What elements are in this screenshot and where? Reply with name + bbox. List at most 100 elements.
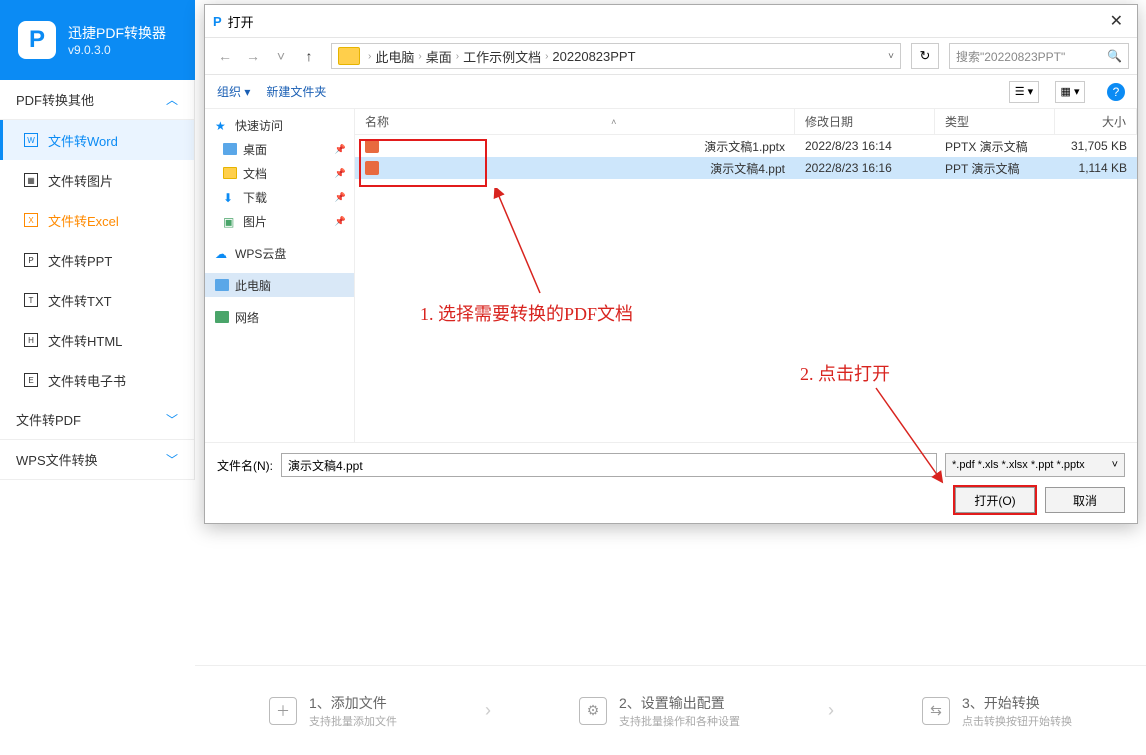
path-bar[interactable]: › 此电脑 › 桌面 › 工作示例文档 › 20220823PPT ˅ [331,43,901,69]
step-desc: 支持批量添加文件 [309,713,397,729]
ebook-icon: E [24,373,38,387]
file-date: 2022/8/23 16:14 [795,137,935,155]
file-size: 31,705 KB [1055,137,1137,155]
step-separator-icon: › [485,700,491,721]
sidebar-item-label: 文件转电子书 [48,371,126,390]
tree-this-pc[interactable]: 此电脑 [205,273,354,297]
excel-icon: X [24,213,38,227]
dialog-nav: ← → ˅ ↑ › 此电脑 › 桌面 › 工作示例文档 › 20220823PP… [205,37,1137,75]
crumb-sep-icon: › [456,51,459,62]
step-desc: 支持批量操作和各种设置 [619,713,740,729]
folder-icon [338,47,360,65]
tree-label: 文档 [243,165,267,182]
file-type: PPTX 演示文稿 [935,136,1055,157]
tree-documents[interactable]: 文档 [205,161,354,185]
app-p-icon: P [213,14,222,29]
app-version: v9.0.3.0 [68,43,166,57]
path-dropdown-icon[interactable]: ˅ [888,51,894,62]
sidebar-item-txt[interactable]: T文件转TXT [0,280,194,320]
sidebar-item-ebook[interactable]: E 文件转电子书 [0,360,194,400]
filter-text: *.pdf *.xls *.xlsx *.ppt *.pptx [952,459,1085,471]
tree-pictures[interactable]: ▣ 图片 [205,209,354,233]
section-label: WPS文件转换 [16,450,98,469]
sidebar-item-html[interactable]: H文件转HTML [0,320,194,360]
filename-label: 文件名(N): [217,457,273,474]
cancel-button[interactable]: 取消 [1045,487,1125,513]
sidebar-item-label: 文件转PPT [48,251,112,270]
help-icon[interactable]: ? [1107,83,1125,101]
app-title: 迅捷PDF转换器 [68,23,166,43]
step-separator-icon: › [828,700,834,721]
nav-recent-button[interactable]: ˅ [269,44,293,68]
sidebar-section-pdf-to-other[interactable]: PDF转换其他 ︿ [0,80,194,120]
download-icon: ⬇ [223,191,237,203]
dialog-title: 打开 [228,12,254,31]
image-icon: ▦ [24,173,38,187]
sort-indicator-icon: ˄ [611,117,616,127]
sidebar-item-excel[interactable]: X文件转Excel [0,200,194,240]
section-label: 文件转PDF [16,410,81,429]
breadcrumb[interactable]: 20220823PPT [552,49,635,64]
new-folder-button[interactable]: 新建文件夹 [266,83,326,100]
view-details-button[interactable]: ☰ ▾ [1009,81,1039,103]
pptx-icon [365,139,379,153]
nav-back-button[interactable]: ← [213,44,237,68]
file-date: 2022/8/23 16:16 [795,159,935,177]
tree-label: 图片 [243,213,267,230]
sidebar: PDF转换其他 ︿ W文件转Word ▦文件转图片 X文件转Excel P 文件转… [0,80,195,480]
tree-network[interactable]: 网络 [205,305,354,329]
sidebar-item-image[interactable]: ▦文件转图片 [0,160,194,200]
nav-up-button[interactable]: ↑ [297,44,321,68]
filetype-filter[interactable]: *.pdf *.xls *.xlsx *.ppt *.pptx˅ [945,453,1125,477]
sidebar-item-label: 文件转TXT [48,291,112,310]
column-size[interactable]: 大小 [1055,109,1137,134]
step-1: ＋ 1、添加文件支持批量添加文件 [269,693,397,729]
view-preview-button[interactable]: ▦ ▾ [1055,81,1085,103]
organize-menu[interactable]: 组织 ▾ [217,83,250,100]
image-icon: ▣ [223,215,237,227]
sidebar-section-file-to-pdf[interactable]: 文件转PDF ﹀ [0,400,194,440]
step-desc: 点击转换按钮开始转换 [962,713,1072,729]
nav-tree: ★快速访问 桌面 文档 ⬇ 下载 ▣ 图片 ☁WPS云盘 此电脑 网络 [205,109,355,442]
breadcrumb[interactable]: 工作示例文档 [463,47,541,66]
sidebar-item-ppt[interactable]: P 文件转PPT [0,240,194,280]
breadcrumb[interactable]: 此电脑 [375,47,414,66]
convert-icon: ⇆ [922,697,950,725]
tree-desktop[interactable]: 桌面 [205,137,354,161]
html-icon: H [24,333,38,347]
sidebar-item-word[interactable]: W文件转Word [0,120,194,160]
network-icon [215,311,229,323]
file-row[interactable]: 演示文稿1.pptx 2022/8/23 16:14 PPTX 演示文稿 31,… [355,135,1137,157]
ppt-icon: P [24,253,38,267]
app-logo-icon: P [18,21,56,59]
refresh-button[interactable]: ↻ [911,43,939,69]
chevron-up-icon: ︿ [166,91,178,108]
tree-downloads[interactable]: ⬇ 下载 [205,185,354,209]
tree-label: 下载 [243,189,267,206]
open-button[interactable]: 打开(O) [955,487,1035,513]
column-name[interactable]: 名称˄ [355,109,795,134]
breadcrumb[interactable]: 桌面 [426,47,452,66]
file-name: 演示文稿1.pptx [704,138,785,155]
column-type[interactable]: 类型 [935,109,1055,134]
nav-forward-button[interactable]: → [241,44,265,68]
sidebar-section-wps[interactable]: WPS文件转换 ﹀ [0,440,194,480]
folder-icon [223,167,237,179]
close-icon[interactable]: ✕ [1104,11,1129,31]
crumb-sep-icon: › [545,51,548,62]
filename-input[interactable] [281,453,937,477]
file-size: 1,114 KB [1055,159,1137,177]
crumb-sep-icon: › [368,51,371,62]
search-icon[interactable]: 🔍 [1107,49,1122,63]
tree-wps-cloud[interactable]: ☁WPS云盘 [205,241,354,265]
file-name: 演示文稿4.ppt [710,160,785,177]
tree-label: 桌面 [243,141,267,158]
step-title: 3、开始转换 [962,693,1072,713]
file-list: 名称˄ 修改日期 类型 大小 演示文稿1.pptx 2022/8/23 16:1… [355,109,1137,442]
list-header: 名称˄ 修改日期 类型 大小 [355,109,1137,135]
file-row[interactable]: 演示文稿4.ppt 2022/8/23 16:16 PPT 演示文稿 1,114… [355,157,1137,179]
column-date[interactable]: 修改日期 [795,109,935,134]
tree-label: 网络 [235,309,259,326]
search-input[interactable]: 搜索"20220823PPT" 🔍 [949,43,1129,69]
tree-quick-access[interactable]: ★快速访问 [205,113,354,137]
